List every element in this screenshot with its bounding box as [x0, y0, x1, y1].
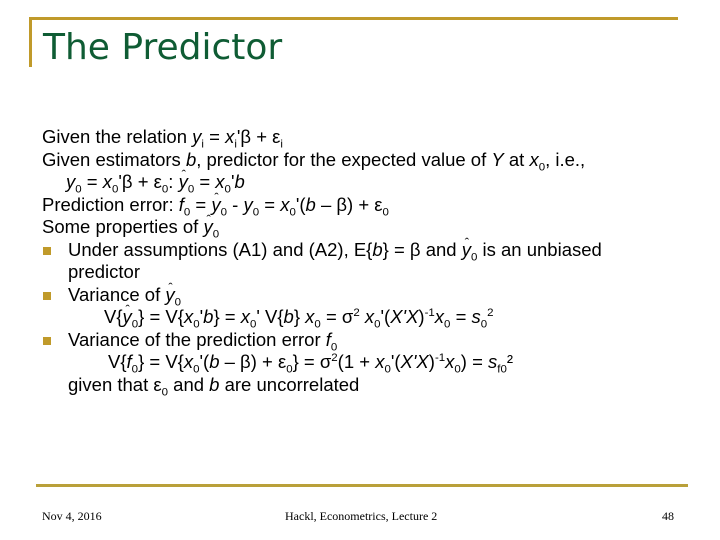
- slide-title: The Predictor: [43, 27, 283, 68]
- bullet-variance-error: Variance of the prediction error f0: [42, 328, 682, 353]
- line-prediction-error: Prediction error: f0 = y0 - y0 = x0'(b –…: [42, 187, 682, 218]
- formula-variance-error: V{f0} = V{x0'(b – β) + ε0} = σ2(1 + x0'(…: [108, 351, 514, 376]
- footer-course: Hackl, Econometrics, Lecture 2: [285, 509, 438, 523]
- text: Prediction error:: [42, 193, 179, 215]
- bullet-square-icon: [43, 336, 51, 345]
- text: , i.e.,: [545, 148, 586, 170]
- footer-rule: [36, 484, 688, 487]
- title-frame-top-rule: [30, 17, 318, 20]
- line-predictor-equation: y0 = x0'β + ε0: y0 = x0'b: [42, 164, 682, 195]
- text: is an unbiased: [477, 238, 602, 260]
- text: } = β and: [382, 238, 462, 260]
- title-frame-top-rule-right: [318, 17, 678, 20]
- text: Some properties of: [42, 216, 204, 237]
- formula-variance-yhat: V{y0} = V{x0'b} = x0' V{b} x0 = σ2 x0'(X…: [42, 299, 682, 330]
- bullet-unbiased-cont: predictor: [42, 261, 682, 284]
- text: Variance of the prediction error: [68, 328, 326, 350]
- line-given-relation: Given the relation yi = xi'β + εi: [42, 126, 283, 151]
- bullet-unbiased: Under assumptions (A1) and (A2), E{b} = …: [42, 232, 682, 263]
- text: , predictor for the expected value of: [196, 148, 492, 170]
- text: at: [503, 148, 530, 170]
- bullet-square-icon: [43, 291, 51, 300]
- text: predictor: [68, 261, 140, 282]
- text: Given the relation: [42, 126, 193, 147]
- bullet-square-icon: [43, 246, 51, 255]
- text: given that: [68, 373, 154, 395]
- text: Under assumptions (A1) and (A2), E{: [68, 238, 373, 260]
- bullet-variance-yhat: Variance of y0: [42, 277, 682, 308]
- slide-body: Given the relation yi = xi'β + εi Given …: [42, 126, 682, 399]
- title-frame-left-rule: [29, 17, 32, 67]
- line-some-properties: Some properties of y0: [42, 209, 682, 240]
- footer-date: Nov 4, 2016: [42, 509, 102, 523]
- line-given-estimators: Given estimators b, predictor for the ex…: [42, 148, 586, 174]
- line-uncorrelated-note: given that ε0 and b are uncorrelated: [68, 373, 360, 399]
- text: are uncorrelated: [219, 373, 360, 395]
- text: Variance of: [68, 283, 166, 305]
- page-number: 48: [662, 509, 674, 523]
- text: Given estimators: [42, 148, 186, 170]
- text: and: [168, 373, 210, 395]
